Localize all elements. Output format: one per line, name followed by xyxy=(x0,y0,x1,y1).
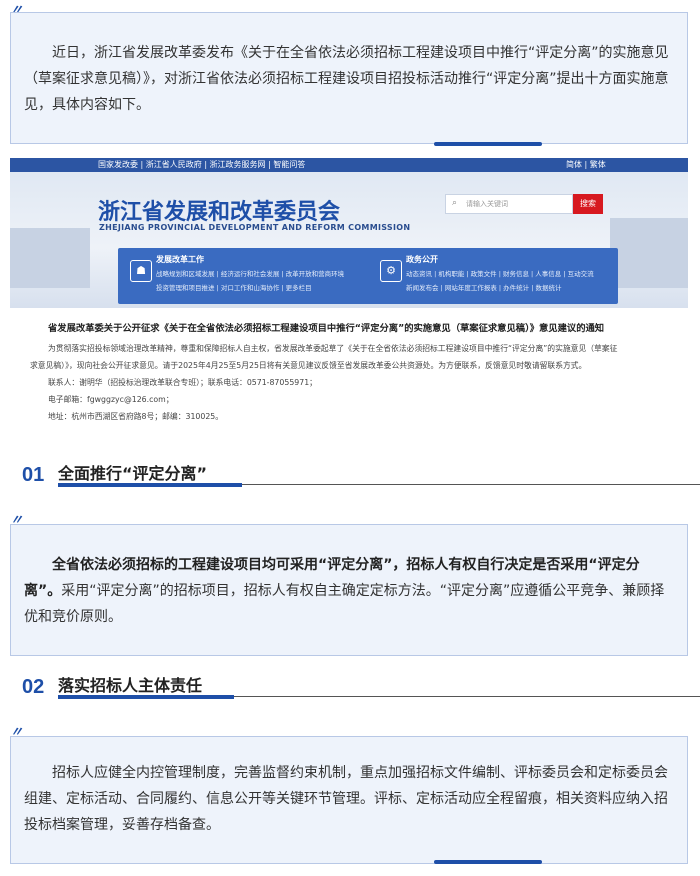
notice-body-line1: 为贯彻落实招投标领域治理改革精神，尊重和保障招标人自主权，省发展改革委起草了《关… xyxy=(48,344,618,353)
notice-title: 省发展改革委关于公开征求《关于在全省依法必须招标工程建设项目中推行“评定分离”的… xyxy=(48,323,605,334)
section-paragraph-02: 招标人应健全内控管理制度，完善监督约束机制，重点加强招标文件编制、评标委员会和定… xyxy=(24,765,668,833)
notice-contact: 联系人：谢明华（招投标治理改革联合专班）；联系电话：0571-87055971； xyxy=(48,378,317,387)
section-body: 采用“评定分离”的招标项目，招标人有权自主确定定标方法。“评定分离”应遵循公平竞… xyxy=(24,583,665,625)
notice-email: 电子邮箱：fgwggzyc@126.com； xyxy=(48,395,174,404)
section-number: 02 xyxy=(22,676,45,698)
section-underline xyxy=(58,483,242,487)
settings-person-icon: ⚙ xyxy=(380,260,402,282)
nav-left-title[interactable]: 发展改革工作 xyxy=(156,254,204,265)
top-links[interactable]: 国家发改委 | 浙江省人民政府 | 浙江政务服务网 | 智能问答 xyxy=(98,159,305,170)
search-box[interactable]: ⌕ 请输入关键词 xyxy=(445,194,573,214)
section-heading-02: 02 落实招标人主体责任 xyxy=(22,672,700,704)
section-title: 全面推行“评定分离” xyxy=(58,464,208,483)
section-heading-01: 01 全面推行“评定分离” xyxy=(22,460,700,492)
nav-right-row2[interactable]: 新闻发布会 | 网站年度工作报表 | 办件统计 | 数据统计 xyxy=(406,282,561,292)
nav-right-row1[interactable]: 动态资讯 | 机构职能 | 政策文件 | 财务信息 | 人事信息 | 互动交流 xyxy=(406,268,594,278)
nav-panel: ☗ 发展改革工作 战略规划和区域发展 | 经济运行和社会发展 | 改革开放和营商… xyxy=(118,248,618,304)
skyline-decoration xyxy=(10,228,90,288)
section-paragraph-01: 全省依法必须招标的工程建设项目均可采用“评定分离”，招标人有权自行决定是否采用“… xyxy=(24,552,674,630)
people-icon: ☗ xyxy=(130,260,152,282)
search-input[interactable]: 请输入关键词 xyxy=(466,199,508,209)
notice-address: 地址：杭州市西湖区省府路8号；邮编：310025。 xyxy=(48,412,224,421)
nav-right-title[interactable]: 政务公开 xyxy=(406,254,438,265)
notice-body-line2: 求意见稿）》，现向社会公开征求意见。请于2025年4月25至5月25日将有关意见… xyxy=(30,361,587,370)
section-underline xyxy=(58,695,234,699)
intro-text: 近日，浙江省发展改革委发布《关于在全省依法必须招标工程建设项目中推行“评定分离”… xyxy=(24,45,669,113)
search-icon: ⌕ xyxy=(452,198,458,208)
top-link-bar: 国家发改委 | 浙江省人民政府 | 浙江政务服务网 | 智能问答 简体 | 繁体 xyxy=(10,158,688,172)
language-switch[interactable]: 简体 | 繁体 xyxy=(566,159,606,170)
search-button[interactable]: 搜索 xyxy=(573,194,603,214)
section-number: 01 xyxy=(22,464,45,486)
intro-accent-bar xyxy=(434,142,542,146)
skyline-decoration xyxy=(610,218,688,288)
nav-left-row2[interactable]: 投资管理和项目推进 | 对口工作和山海协作 | 更多栏目 xyxy=(156,282,312,292)
section-accent-bar xyxy=(434,860,542,864)
section-title: 落实招标人主体责任 xyxy=(58,676,203,695)
website-screenshot: 国家发改委 | 浙江省人民政府 | 浙江政务服务网 | 智能问答 简体 | 繁体… xyxy=(10,158,688,308)
site-title-en: ZHEJIANG PROVINCIAL DEVELOPMENT AND REFO… xyxy=(99,223,411,232)
nav-left-row1[interactable]: 战略规划和区域发展 | 经济运行和社会发展 | 改革开放和营商环境 xyxy=(156,268,344,278)
site-title: 浙江省发展和改革委员会 xyxy=(98,200,341,225)
